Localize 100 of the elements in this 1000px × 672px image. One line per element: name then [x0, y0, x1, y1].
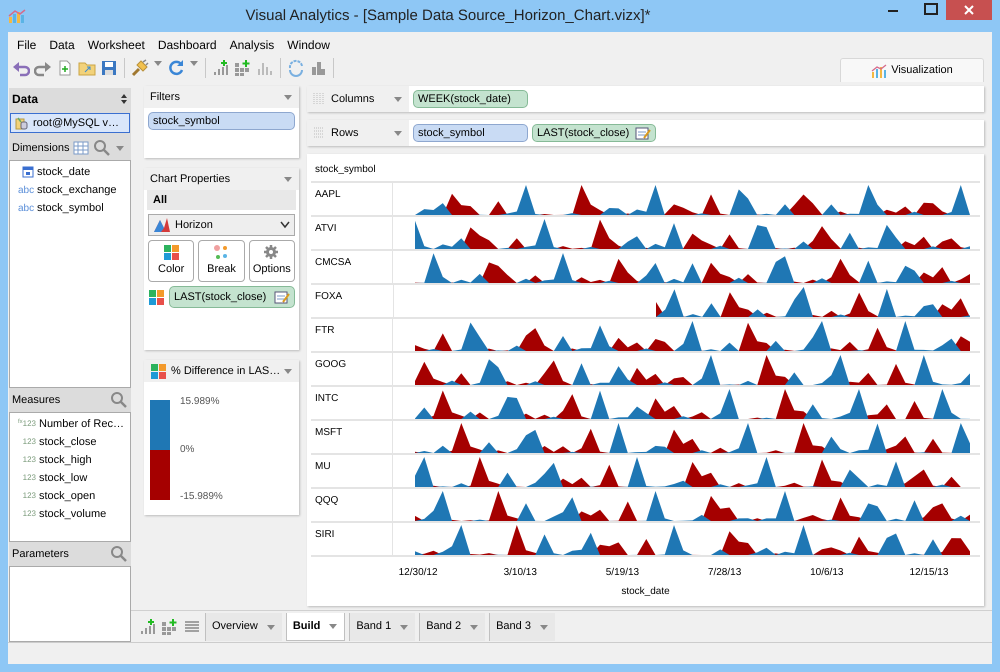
- color-grid-icon: [148, 288, 165, 306]
- dropdown-arrow-icon[interactable]: [393, 129, 403, 137]
- number-type-icon: 123: [14, 490, 36, 502]
- dropdown-arrow-icon[interactable]: [469, 622, 480, 630]
- axis-tick-label: 3/10/13: [502, 566, 538, 580]
- close-icon[interactable]: [946, 0, 992, 20]
- text-type-icon: abc: [18, 200, 34, 216]
- add-bar-chart-icon[interactable]: [139, 618, 157, 636]
- dimension-item[interactable]: abc stock_exchange: [10, 181, 130, 199]
- redo-icon[interactable]: [34, 59, 52, 77]
- dropdown-arrow-icon[interactable]: [115, 144, 126, 152]
- section-title: Dimensions: [12, 140, 70, 156]
- color-field-pill[interactable]: LAST(stock_close): [169, 286, 295, 308]
- menu-item[interactable]: Data: [49, 36, 75, 54]
- sort-arrows-icon[interactable]: [120, 93, 128, 105]
- menu-item[interactable]: Window: [287, 36, 330, 54]
- row-label: FTR: [311, 319, 393, 351]
- menu-item[interactable]: File: [17, 36, 36, 54]
- row-label: CMCSA: [311, 251, 393, 283]
- edit-icon[interactable]: [274, 290, 290, 304]
- rotate-icon[interactable]: [287, 59, 305, 77]
- dropdown-arrow-icon[interactable]: [266, 622, 276, 630]
- sheet-tab[interactable]: Band 2: [419, 612, 486, 640]
- database-icon: [15, 116, 29, 130]
- dropdown-arrow-icon[interactable]: [328, 622, 338, 630]
- number-type-icon: 123: [14, 472, 36, 484]
- dropdown-arrow-icon[interactable]: [538, 622, 549, 630]
- sheet-tab[interactable]: Band 1: [349, 612, 416, 640]
- chart-type-select[interactable]: Horizon: [148, 214, 295, 236]
- color-grid-icon: [150, 362, 167, 380]
- axis-tick-label: 5/19/13: [604, 566, 640, 580]
- measure-item[interactable]: 123 stock_high: [10, 451, 130, 469]
- row-header-label: stock_symbol: [311, 162, 980, 183]
- gear-icon: [263, 244, 280, 262]
- row-label: INTC: [311, 387, 393, 419]
- chevron-down-icon: [280, 221, 290, 229]
- chart-icon: [871, 64, 888, 78]
- shelf-label: Columns: [331, 92, 376, 107]
- menu-item[interactable]: Dashboard: [158, 36, 217, 54]
- number-type-icon: 123: [14, 436, 36, 448]
- sheet-tab[interactable]: Build: [286, 612, 346, 640]
- table-icon[interactable]: [73, 141, 90, 155]
- menu-item[interactable]: Worksheet: [88, 36, 145, 54]
- legend-label: 0%: [180, 442, 196, 456]
- axis-title: stock_date: [621, 585, 670, 599]
- menu-item[interactable]: Analysis: [230, 36, 274, 54]
- field-pill[interactable]: LAST(stock_close): [532, 124, 656, 142]
- dropdown-arrow-icon[interactable]: [283, 367, 293, 375]
- measure-item[interactable]: 123 stock_low: [10, 469, 130, 487]
- window-title: Visual Analytics - [Sample Data Source_Horizon_Chart.vizx]*: [244, 6, 652, 26]
- measure-item[interactable]: $^{fx}$123 Number of Rec…: [10, 415, 130, 433]
- search-icon[interactable]: [110, 545, 128, 563]
- dimension-item[interactable]: abc stock_symbol: [10, 199, 130, 217]
- add-bar-chart-icon[interactable]: [212, 59, 230, 77]
- edit-icon[interactable]: [635, 126, 652, 140]
- axis-tick-label: 12/15/13: [908, 566, 950, 580]
- card-title: % Difference in LAS…: [171, 364, 280, 379]
- field-pill[interactable]: WEEK(stock_date): [413, 90, 528, 108]
- axis-tick-label: 12/30/12: [398, 566, 439, 580]
- add-grid-icon[interactable]: [161, 618, 179, 636]
- visualization-tab[interactable]: Visualization: [840, 58, 984, 82]
- dropdown-arrow-icon[interactable]: [283, 175, 293, 183]
- search-icon[interactable]: [110, 391, 128, 409]
- chart-option-button[interactable]: Color: [148, 240, 194, 282]
- plug-icon[interactable]: [131, 59, 149, 77]
- column-chart-icon[interactable]: [309, 59, 327, 77]
- scope-label: All: [147, 190, 296, 210]
- color-grid-icon: [162, 244, 180, 262]
- add-grid-icon[interactable]: [234, 59, 252, 77]
- sheet-tab[interactable]: Band 3: [489, 612, 555, 640]
- row-label: SIRI: [311, 523, 393, 555]
- text-type-icon: abc: [18, 182, 34, 198]
- field-pill[interactable]: stock_symbol: [413, 124, 528, 142]
- row-label: GOOG: [311, 353, 393, 385]
- measure-item[interactable]: 123 stock_close: [10, 433, 130, 451]
- data-source-item[interactable]: root@MySQL v…: [10, 113, 130, 133]
- undo-icon[interactable]: [12, 59, 30, 77]
- axis-tick-label: 7/28/13: [706, 566, 742, 580]
- save-icon[interactable]: [100, 59, 118, 77]
- row-label: MSFT: [311, 421, 393, 453]
- refresh-icon[interactable]: [167, 59, 185, 77]
- horizon-chart-icon: [153, 217, 171, 233]
- filter-pill[interactable]: stock_symbol: [148, 112, 295, 130]
- dropdown-arrow-icon[interactable]: [393, 95, 403, 103]
- row-label: QQQ: [311, 489, 393, 521]
- columns-icon: [313, 92, 325, 106]
- chart-option-button[interactable]: Options: [248, 240, 295, 282]
- sheet-tab[interactable]: Overview: [205, 612, 282, 640]
- row-label: ATVI: [311, 217, 393, 249]
- dropdown-arrow-icon[interactable]: [399, 622, 410, 630]
- row-label: AAPL: [311, 183, 393, 215]
- measure-item[interactable]: 123 stock_volume: [10, 505, 130, 523]
- dimension-item[interactable]: stock_date: [10, 163, 130, 181]
- row-label: MU: [311, 455, 393, 487]
- panel-title: Data: [12, 91, 40, 108]
- dropdown-arrow-icon[interactable]: [283, 93, 293, 101]
- chart-option-button[interactable]: Break: [198, 240, 245, 282]
- search-icon[interactable]: [93, 139, 112, 157]
- measure-item[interactable]: 123 stock_open: [10, 487, 130, 505]
- number-type-icon: $^{fx}$123: [14, 418, 36, 430]
